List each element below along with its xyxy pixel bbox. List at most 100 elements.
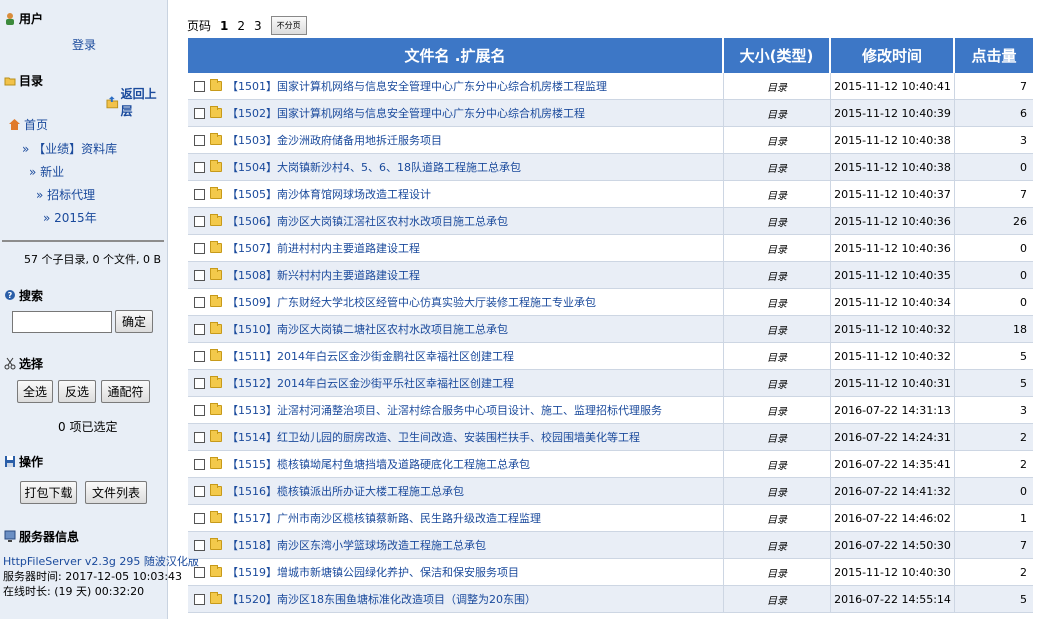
- type-cell: 目录: [724, 73, 831, 99]
- name-cell: 【1514】红卫幼儿园的厨房改造、卫生间改造、安装围栏扶手、校园围墙美化等工程: [188, 424, 724, 450]
- scissors-icon: [4, 357, 16, 370]
- name-cell: 【1517】广州市南沙区榄核镇蔡新路、民生路升级改造工程监理: [188, 505, 724, 531]
- type-cell: 目录: [724, 343, 831, 369]
- row-checkbox[interactable]: [194, 296, 205, 308]
- folder-link[interactable]: 【1513】沚滘村河涌整治项目、沚滘村综合服务中心项目设计、施工、监理招标代理服…: [227, 402, 662, 418]
- page-2[interactable]: 2: [237, 19, 245, 33]
- no-paging-button[interactable]: 不分页: [270, 16, 307, 35]
- dir-section-header: 目录: [4, 72, 43, 89]
- row-checkbox[interactable]: [194, 485, 205, 497]
- row-checkbox[interactable]: [194, 134, 205, 146]
- folder-link[interactable]: 【1508】新兴村村内主要道路建设工程: [227, 267, 420, 283]
- row-checkbox[interactable]: [194, 404, 205, 416]
- row-checkbox[interactable]: [194, 512, 205, 524]
- ops-section-title: 操作: [19, 455, 44, 469]
- folder-link[interactable]: 【1505】南沙体育馆网球场改造工程设计: [227, 186, 431, 202]
- type-cell: 目录: [724, 127, 831, 153]
- server-icon: [4, 530, 16, 542]
- col-name-header[interactable]: 文件名 .扩展名: [188, 38, 724, 73]
- folder-link[interactable]: 【1511】2014年白云区金沙街金鹏社区幸福社区创建工程: [227, 348, 514, 364]
- folder-link[interactable]: 【1503】金沙洲政府储备用地拆迁服务项目: [227, 132, 442, 148]
- back-up-link[interactable]: 返回上层: [106, 85, 167, 119]
- row-checkbox[interactable]: [194, 458, 205, 470]
- name-cell: 【1513】沚滘村河涌整治项目、沚滘村综合服务中心项目设计、施工、监理招标代理服…: [188, 397, 724, 423]
- mtime-cell: 2015-11-12 10:40:38: [831, 154, 955, 180]
- row-checkbox[interactable]: [194, 269, 205, 281]
- row-checkbox[interactable]: [194, 593, 205, 605]
- folder-link[interactable]: 【1506】南沙区大岗镇江滘社区农村水改项目施工总承包: [227, 213, 508, 229]
- user-icon: [6, 13, 14, 25]
- page-3[interactable]: 3: [254, 19, 262, 33]
- select-section-header: 选择: [4, 355, 43, 372]
- hits-cell: 2: [1020, 457, 1027, 471]
- crumb-home-label: 首页: [24, 118, 49, 132]
- hits-cell: 5: [1020, 592, 1027, 606]
- folder-link[interactable]: 【1518】南沙区东湾小学篮球场改造工程施工总承包: [227, 537, 486, 553]
- row-checkbox[interactable]: [194, 323, 205, 335]
- col-hits-header[interactable]: 点击量: [955, 38, 1033, 73]
- folder-link[interactable]: 【1502】国家计算机网络与信息安全管理中心广东分中心综合机房楼工程: [227, 105, 585, 121]
- row-checkbox[interactable]: [194, 539, 205, 551]
- folder-link[interactable]: 【1504】大岗镇新沙村4、5、6、18队道路工程施工总承包: [227, 159, 521, 175]
- folder-link[interactable]: 【1517】广州市南沙区榄核镇蔡新路、民生路升级改造工程监理: [227, 510, 541, 526]
- folder-link[interactable]: 【1512】2014年白云区金沙街平乐社区幸福社区创建工程: [227, 375, 514, 391]
- table-row: 【1506】南沙区大岗镇江滘社区农村水改项目施工总承包 目录 2015-11-12 …: [188, 208, 1033, 235]
- hits-cell: 0: [1020, 295, 1027, 309]
- crumb-level-2[interactable]: » 新业: [29, 163, 64, 180]
- folder-link[interactable]: 【1501】国家计算机网络与信息安全管理中心广东分中心综合机房楼工程监理: [227, 78, 607, 94]
- login-link[interactable]: 登录: [72, 36, 96, 53]
- folder-link[interactable]: 【1516】榄核镇派出所办证大楼工程施工总承包: [227, 483, 464, 499]
- zip-download-button[interactable]: 打包下载: [20, 481, 77, 504]
- col-size-header[interactable]: 大小(类型): [724, 38, 831, 73]
- table-row: 【1507】前进村村内主要道路建设工程 目录 2015-11-12 10:40:36…: [188, 235, 1033, 262]
- invert-select-button[interactable]: 反选: [58, 380, 96, 403]
- crumb-level-3[interactable]: » 招标代理: [36, 186, 95, 203]
- file-list-button[interactable]: 文件列表: [85, 481, 147, 504]
- table-row: 【1510】南沙区大岗镇二塘社区农村水改项目施工总承包 目录 2015-11-12 …: [188, 316, 1033, 343]
- row-checkbox[interactable]: [194, 242, 205, 254]
- server-version-link[interactable]: HttpFileServer v2.3g 295 随波汉化版: [3, 553, 199, 569]
- name-cell: 【1515】榄核镇坳尾村鱼塘挡墙及道路硬底化工程施工总承包: [188, 451, 724, 477]
- folder-link[interactable]: 【1510】南沙区大岗镇二塘社区农村水改项目施工总承包: [227, 321, 508, 337]
- folder-link[interactable]: 【1514】红卫幼儿园的厨房改造、卫生间改造、安装围栏扶手、校园围墙美化等工程: [227, 429, 640, 445]
- back-up-icon: [106, 96, 119, 109]
- row-checkbox[interactable]: [194, 377, 205, 389]
- search-submit-button[interactable]: 确定: [115, 310, 153, 333]
- home-icon: [9, 119, 20, 130]
- type-cell: 目录: [724, 316, 831, 342]
- row-checkbox[interactable]: [194, 215, 205, 227]
- wildcard-button[interactable]: 通配符: [101, 380, 150, 403]
- name-cell: 【1501】国家计算机网络与信息安全管理中心广东分中心综合机房楼工程监理: [188, 73, 724, 99]
- row-checkbox[interactable]: [194, 80, 205, 92]
- folder-link[interactable]: 【1515】榄核镇坳尾村鱼塘挡墙及道路硬底化工程施工总承包: [227, 456, 530, 472]
- mtime-cell: 2015-11-12 10:40:30: [831, 559, 955, 585]
- folder-link[interactable]: 【1519】增城市新塘镇公园绿化养护、保洁和保安服务项目: [227, 564, 519, 580]
- folder-link[interactable]: 【1520】南沙区18东围鱼塘标准化改造项目（调整为20东围）: [227, 591, 536, 607]
- crumb-level-4[interactable]: » 2015年: [43, 209, 97, 226]
- row-checkbox[interactable]: [194, 161, 205, 173]
- row-checkbox[interactable]: [194, 107, 205, 119]
- row-checkbox[interactable]: [194, 350, 205, 362]
- row-checkbox[interactable]: [194, 566, 205, 578]
- crumb-level-1[interactable]: » 【业绩】资料库: [22, 140, 117, 157]
- crumb-home[interactable]: 首页: [8, 116, 48, 133]
- folder-link[interactable]: 【1509】广东财经大学北校区经管中心仿真实验大厅装修工程施工专业承包: [227, 294, 596, 310]
- select-all-button[interactable]: 全选: [17, 380, 53, 403]
- server-uptime: 在线时长: (19 天) 00:32:20: [3, 585, 145, 598]
- table-row: 【1503】金沙洲政府储备用地拆迁服务项目 目录 2015-11-12 10:40:…: [188, 127, 1033, 154]
- table-row: 【1508】新兴村村内主要道路建设工程 目录 2015-11-12 10:40:35…: [188, 262, 1033, 289]
- col-mtime-header[interactable]: 修改时间: [831, 38, 955, 73]
- row-checkbox[interactable]: [194, 431, 205, 443]
- user-section-title: 用户: [19, 12, 44, 26]
- folder-icon: [210, 133, 222, 145]
- mtime-cell: 2016-07-22 14:41:32: [831, 478, 955, 504]
- folder-icon: [210, 457, 222, 469]
- search-input[interactable]: [12, 311, 112, 333]
- folder-icon: [210, 268, 222, 280]
- folder-icon: [210, 592, 222, 604]
- folder-open-icon: [4, 77, 16, 86]
- dir-summary: 57 个子目录, 0 个文件, 0 B: [24, 253, 162, 266]
- folder-link[interactable]: 【1507】前进村村内主要道路建设工程: [227, 240, 420, 256]
- table-header: 文件名 .扩展名 大小(类型) 修改时间 点击量: [188, 38, 1033, 73]
- row-checkbox[interactable]: [194, 188, 205, 200]
